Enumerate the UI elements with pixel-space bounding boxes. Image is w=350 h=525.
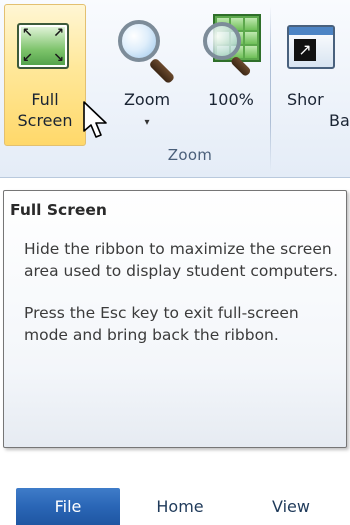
zoom-100-icon — [203, 14, 265, 78]
ribbon-tab-strip: File Home View — [0, 488, 350, 525]
magnifier-handle-icon — [148, 57, 176, 85]
tooltip-title: Full Screen — [10, 201, 107, 219]
full-screen-label-line1: Full — [31, 90, 59, 109]
zoom-button[interactable]: Zoom ▾ — [108, 4, 186, 146]
shortcut-bar-icon: ↗ — [287, 25, 335, 69]
full-screen-label-line2: Screen — [17, 111, 73, 130]
magnifier-lens-icon — [118, 20, 160, 62]
chevron-down-icon: ▾ — [144, 117, 150, 128]
full-screen-button[interactable]: ↖ ↗ ↙ ↘ Full Screen — [4, 4, 86, 146]
zoom-100-button[interactable]: 100% — [190, 4, 272, 146]
group-separator — [270, 6, 271, 172]
magnifier-lens-icon — [203, 22, 241, 60]
tooltip-body: Hide the ribbon to maximize the screen a… — [24, 239, 344, 367]
zoom-label: Zoom — [123, 90, 171, 109]
full-screen-icon: ↖ ↗ ↙ ↘ — [17, 23, 69, 69]
ribbon-zoom-group: ↖ ↗ ↙ ↘ Full Screen Zoom ▾ 100% ↗ Shor B… — [0, 0, 350, 178]
mouse-pointer-icon — [83, 101, 107, 138]
tooltip-paragraph: Hide the ribbon to maximize the screen a… — [24, 240, 339, 280]
group-label-zoom: Zoom — [167, 146, 213, 164]
tab-file[interactable]: File — [16, 488, 120, 525]
shortcut-bar-label-line1: Shor — [287, 90, 324, 109]
tab-view[interactable]: View — [246, 488, 336, 525]
shortcut-bar-button[interactable]: ↗ Shor Ba — [276, 4, 350, 146]
shortcut-arrow-icon: ↗ — [294, 39, 316, 61]
tab-home[interactable]: Home — [130, 488, 230, 525]
zoom-100-label: 100% — [208, 90, 254, 109]
tooltip-full-screen: Full Screen Hide the ribbon to maximize … — [3, 190, 347, 448]
shortcut-bar-label-line2: Ba — [329, 111, 350, 130]
zoom-icon — [118, 20, 178, 85]
tooltip-paragraph: Press the Esc key to exit full-screen mo… — [24, 304, 299, 344]
